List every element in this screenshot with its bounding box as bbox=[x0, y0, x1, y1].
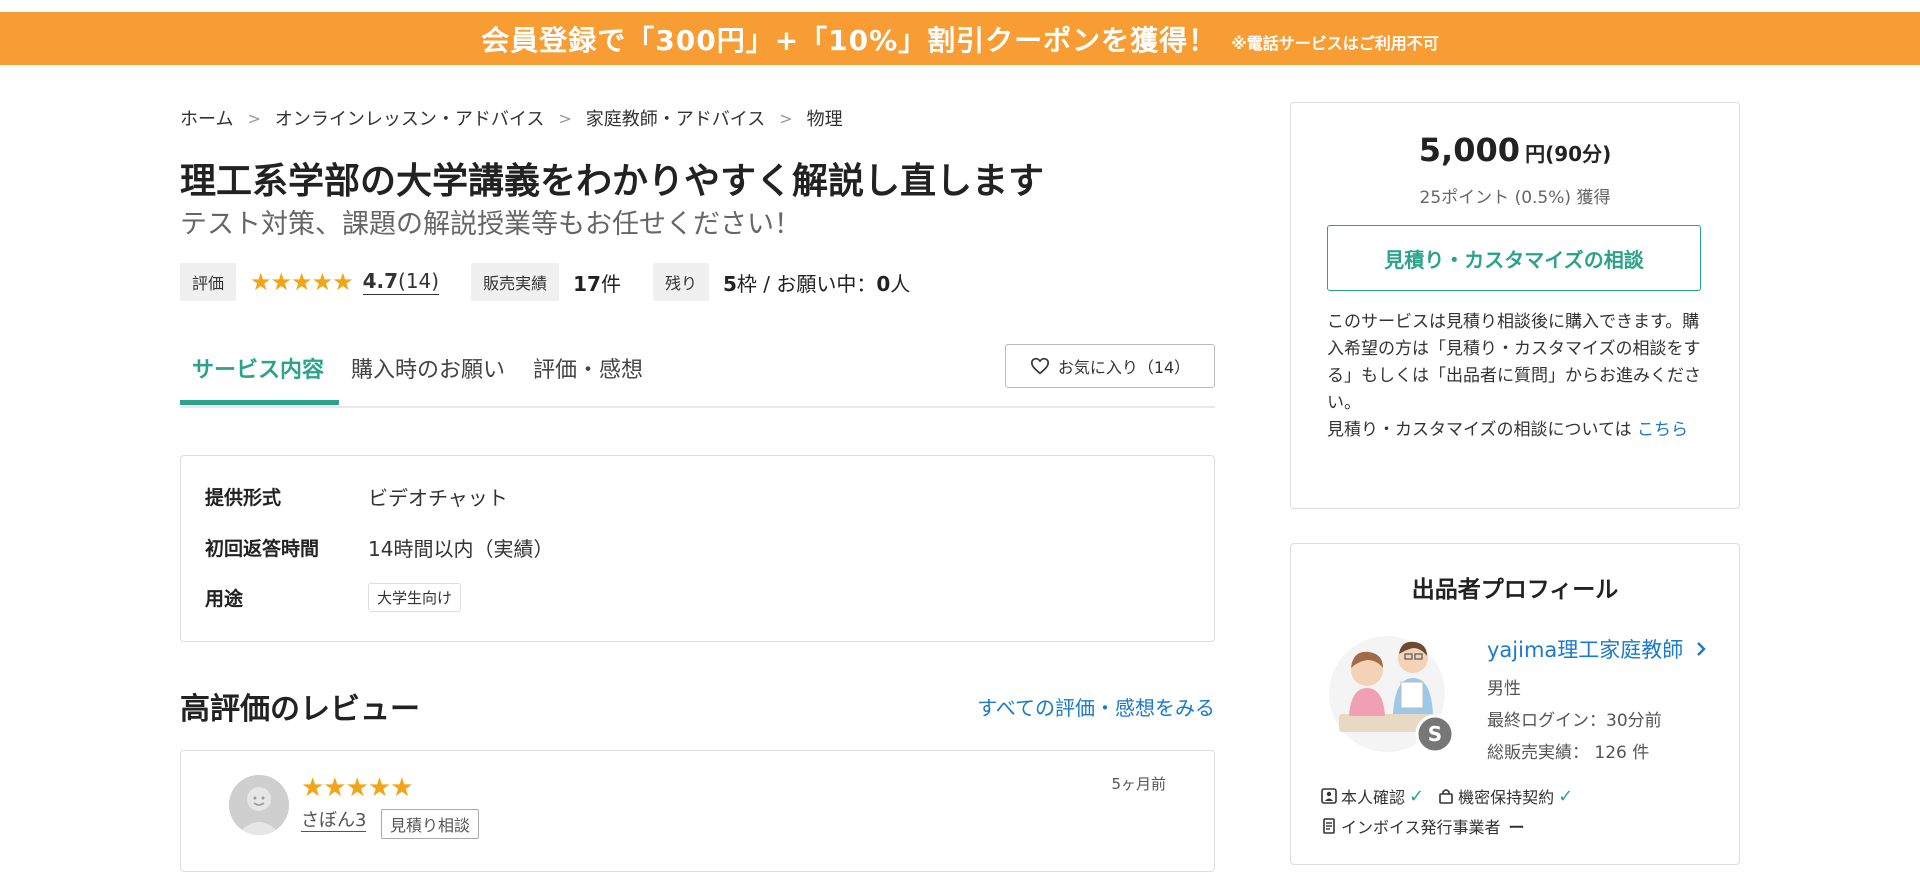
remaining-unit: 枠 / お願い中： bbox=[736, 271, 877, 296]
review-date: 5ヶ月前 bbox=[1111, 775, 1166, 793]
favorite-label: お気に入り（14） bbox=[1057, 358, 1191, 377]
reviews-heading: 高評価のレビュー bbox=[180, 692, 420, 727]
price-value: 5,000 bbox=[1418, 131, 1520, 169]
heart-icon bbox=[1030, 357, 1049, 375]
rating-link[interactable]: 4.7(14) bbox=[362, 269, 440, 295]
remaining-label: 残り bbox=[652, 263, 709, 301]
breadcrumb-separator: > bbox=[558, 108, 572, 128]
favorite-button[interactable]: お気に入り（14） bbox=[1005, 344, 1215, 388]
rating-value: 4.7 bbox=[362, 269, 399, 293]
sales-unit: 件 bbox=[600, 271, 621, 296]
page-subtitle: テスト対策、課題の解説授業等もお任せください！ bbox=[180, 209, 801, 240]
badge-nda: 機密保持契約 bbox=[1458, 788, 1555, 807]
tab-purchase-requests[interactable]: 購入時のお願い bbox=[351, 352, 505, 384]
info-row-purpose: 用途 大学生向け bbox=[205, 583, 462, 612]
service-stats: 評価 ★★★★★ 4.7(14) 販売実績 17件 残り 5枠 / お願い中：0… bbox=[180, 263, 942, 301]
price-description: このサービスは見積り相談後に購入できます。購入希望の方は「見積り・カスタマイズの… bbox=[1327, 309, 1707, 444]
price-description-text: このサービスは見積り相談後に購入できます。購入希望の方は「見積り・カスタマイズの… bbox=[1327, 312, 1701, 413]
points-earned: 25ポイント (0.5%) 獲得 bbox=[1419, 188, 1611, 208]
seller-name-link[interactable]: yajima理工家庭教師 bbox=[1487, 634, 1709, 664]
reviewer-name-link[interactable]: さぼん3 bbox=[301, 811, 367, 832]
response-value: 14時間以内（実績） bbox=[368, 537, 554, 561]
tab-bar: サービス内容 購入時のお願い 評価・感想 お気に入り（14） bbox=[180, 340, 1215, 408]
document-icon bbox=[1323, 818, 1335, 834]
service-info-box: 提供形式 ビデオチャット 初回返答時間 14時間以内（実績） 用途 大学生向け bbox=[180, 455, 1215, 642]
reviewer-avatar[interactable] bbox=[229, 775, 289, 835]
price: 5,000 円(90分) bbox=[1291, 131, 1739, 169]
breadcrumb-item-tutor[interactable]: 家庭教師・アドバイス bbox=[586, 105, 765, 131]
remaining-count: 5枠 / お願い中：0人 bbox=[723, 268, 910, 297]
price-description-more: 見積り・カスタマイズの相談については こちら bbox=[1327, 417, 1707, 444]
id-card-icon bbox=[1321, 788, 1337, 804]
details-link[interactable]: こちら bbox=[1637, 420, 1688, 440]
breadcrumb-item-home[interactable]: ホーム bbox=[180, 105, 233, 131]
info-row-response: 初回返答時間 14時間以内（実績） bbox=[205, 533, 553, 562]
badge-invoice: インボイス発行事業者 bbox=[1341, 818, 1501, 837]
check-icon: ✓ bbox=[1409, 785, 1425, 807]
price-description-more-text: 見積り・カスタマイズの相談については bbox=[1327, 420, 1638, 440]
breadcrumb-item-online-lesson[interactable]: オンラインレッスン・アドバイス bbox=[275, 105, 544, 131]
breadcrumb-separator: > bbox=[247, 108, 261, 128]
sales-value: 17 bbox=[573, 271, 601, 296]
seller-invoice-badge: インボイス発行事業者 ー bbox=[1321, 814, 1525, 838]
seller-name: yajima理工家庭教師 bbox=[1487, 638, 1684, 662]
seller-badges: 本人確認 ✓ 機密保持契約 ✓ bbox=[1321, 784, 1587, 808]
promo-banner-text: 会員登録で「300円」+「10%」割引クーポンを獲得！ bbox=[481, 23, 1218, 57]
seller-avatar[interactable]: S bbox=[1327, 632, 1457, 757]
badge-invoice-status: ー bbox=[1508, 818, 1525, 837]
badge-identity-verified: 本人確認 bbox=[1341, 788, 1406, 807]
seller-total-sales: 総販売実績： 126 件 bbox=[1487, 743, 1650, 763]
rating-count: (14) bbox=[398, 269, 440, 293]
review-card: ★★★★★ さぼん3 見積り相談 5ヶ月前 bbox=[180, 750, 1215, 872]
quote-customize-button[interactable]: 見積り・カスタマイズの相談 bbox=[1327, 225, 1701, 291]
price-card: 5,000 円(90分) 25ポイント (0.5%) 獲得 見積り・カスタマイズ… bbox=[1290, 102, 1740, 509]
format-label: 提供形式 bbox=[205, 487, 282, 509]
requests-value: 0 bbox=[876, 271, 891, 296]
svg-text:S: S bbox=[1428, 722, 1442, 746]
seller-gender: 男性 bbox=[1487, 679, 1521, 699]
response-label: 初回返答時間 bbox=[205, 538, 320, 560]
promo-banner[interactable]: 会員登録で「300円」+「10%」割引クーポンを獲得！ ※電話サービスはご利用不… bbox=[0, 12, 1920, 65]
check-icon: ✓ bbox=[1558, 785, 1574, 807]
tab-reviews[interactable]: 評価・感想 bbox=[533, 352, 643, 384]
tab-service-details[interactable]: サービス内容 bbox=[192, 352, 324, 384]
seller-profile-card: 出品者プロフィール S yajima理工家庭教師 男性 最終ログイン：30分前 … bbox=[1290, 543, 1740, 865]
review-type-chip: 見積り相談 bbox=[381, 809, 480, 839]
active-tab-indicator bbox=[180, 400, 339, 405]
purpose-chip[interactable]: 大学生向け bbox=[368, 583, 462, 612]
sales-count: 17件 bbox=[573, 268, 621, 297]
profile-title: 出品者プロフィール bbox=[1411, 577, 1619, 603]
price-unit: 円(90分) bbox=[1525, 142, 1612, 166]
breadcrumb-separator: > bbox=[779, 108, 793, 128]
rating-stars-icon: ★★★★★ bbox=[250, 268, 354, 296]
purpose-label: 用途 bbox=[205, 588, 244, 610]
promo-banner-note: ※電話サービスはご利用不可 bbox=[1231, 33, 1439, 53]
format-value: ビデオチャット bbox=[368, 486, 508, 510]
remaining-value: 5 bbox=[722, 271, 737, 296]
breadcrumb: ホーム > オンラインレッスン・アドバイス > 家庭教師・アドバイス > 物理 bbox=[180, 105, 843, 131]
info-row-format: 提供形式 ビデオチャット bbox=[205, 482, 508, 511]
sales-label: 販売実績 bbox=[471, 263, 560, 301]
seller-last-login: 最終ログイン：30分前 bbox=[1487, 711, 1662, 731]
page-title: 理工系学部の大学講義をわかりやすく解説し直します bbox=[180, 161, 1045, 202]
see-all-reviews-link[interactable]: すべての評価・感想をみる bbox=[977, 692, 1215, 721]
rating-label: 評価 bbox=[180, 263, 237, 301]
breadcrumb-item-physics[interactable]: 物理 bbox=[807, 105, 843, 131]
requests-unit: 人 bbox=[890, 271, 911, 296]
lock-icon bbox=[1439, 789, 1453, 804]
chevron-right-icon bbox=[1697, 642, 1706, 656]
user-avatar-icon bbox=[229, 775, 289, 835]
review-stars-icon: ★★★★★ bbox=[301, 773, 414, 803]
seller-illustration-icon: S bbox=[1329, 636, 1455, 754]
